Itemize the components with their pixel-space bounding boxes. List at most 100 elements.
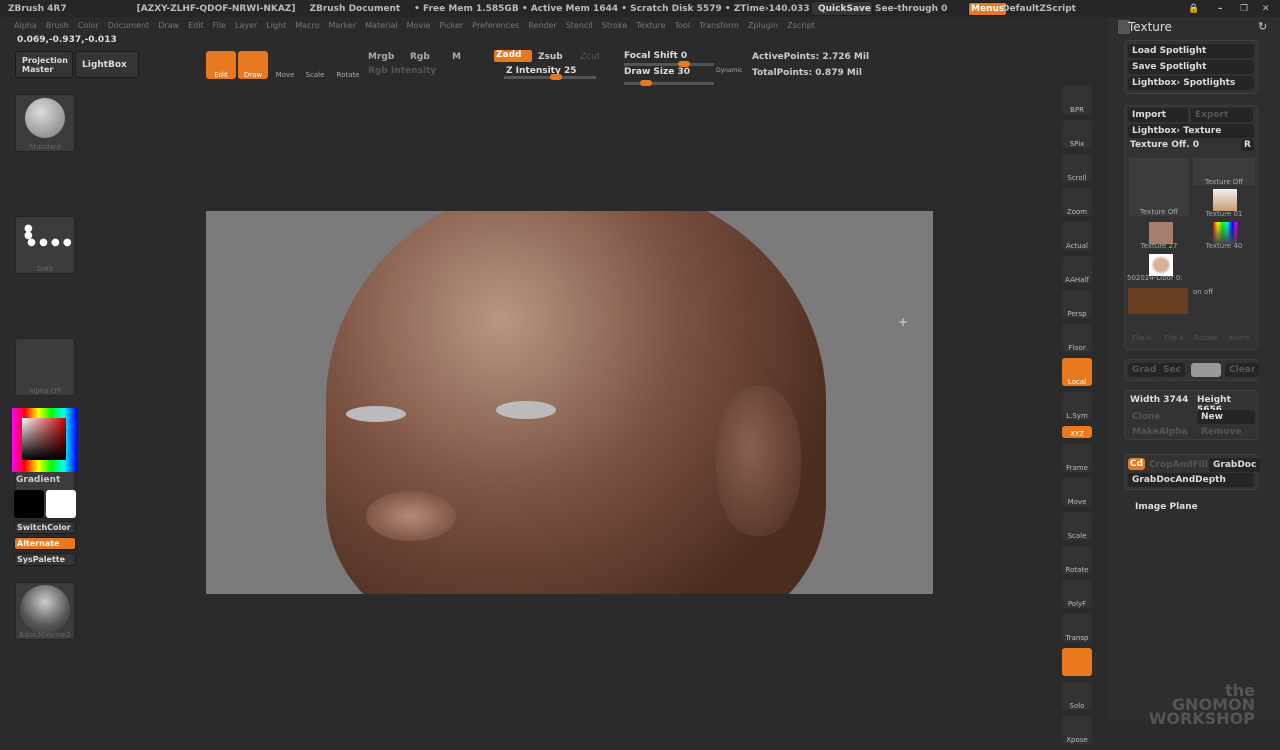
shelf-blank-button[interactable] [1062, 648, 1092, 676]
focal-shift-slider[interactable]: Focal Shift 0 [624, 51, 687, 61]
rotate-texture-button[interactable]: Rotate [1191, 334, 1221, 342]
menu-file[interactable]: File [213, 21, 226, 30]
shelf-floor-button[interactable]: Floor [1062, 324, 1092, 352]
alpha-thumbnail[interactable]: Alpha Off [15, 338, 75, 396]
shelf-frame-button[interactable]: Frame [1062, 444, 1092, 472]
zcut-button[interactable]: Zcut [580, 52, 600, 62]
shelf-persp-button[interactable]: Persp [1062, 290, 1092, 318]
zsub-button[interactable]: Zsub [538, 52, 563, 62]
shelf-scale-button[interactable]: Scale [1062, 512, 1092, 540]
scale-button[interactable]: Scale [300, 51, 330, 79]
load-spotlight-button[interactable]: Load Spotlight [1128, 44, 1254, 58]
menu-draw[interactable]: Draw [158, 21, 179, 30]
menu-material[interactable]: Material [365, 21, 398, 30]
quicksave-button[interactable]: QuickSave [811, 1, 873, 16]
secondary-color-swatch[interactable] [14, 490, 44, 518]
zadd-button[interactable]: Zadd [494, 50, 532, 62]
menu-zscript[interactable]: Zscript [787, 21, 815, 30]
grad-button[interactable]: Grad [1128, 363, 1161, 377]
menu-texture[interactable]: Texture [636, 21, 665, 30]
shelf-transp-button[interactable]: Transp [1062, 614, 1092, 642]
makealpha-button[interactable]: MakeAlpha [1128, 425, 1192, 439]
color-picker[interactable] [12, 408, 77, 472]
shelf-scroll-button[interactable]: Scroll [1062, 154, 1092, 182]
move-button[interactable]: Move [270, 51, 300, 79]
menu-color[interactable]: Color [78, 21, 99, 30]
menu-movie[interactable]: Movie [407, 21, 431, 30]
shelf-xyz-button[interactable]: XYZ [1062, 426, 1092, 438]
mrgb-button[interactable]: Mrgb [368, 52, 394, 62]
new-button[interactable]: New [1197, 410, 1255, 424]
flip-h-button[interactable]: Flip H [1127, 334, 1157, 342]
clear-button[interactable]: Clear [1225, 363, 1260, 377]
texture-27-thumb[interactable] [1149, 222, 1173, 244]
edit-button[interactable]: Edit [206, 51, 236, 79]
focal-shift-track[interactable] [624, 61, 714, 67]
flip-v-button[interactable]: Flip V [1159, 334, 1189, 342]
grabdocanddepth-button[interactable]: GrabDocAndDepth [1128, 473, 1254, 487]
dynamic-toggle[interactable]: Dynamic [716, 67, 742, 74]
alternate-button[interactable]: Alternate [14, 537, 76, 550]
menu-macro[interactable]: Macro [295, 21, 319, 30]
shelf-spix-button[interactable]: SPix [1062, 120, 1092, 148]
lightbox-spotlights-button[interactable]: Lightbox› Spotlights [1128, 76, 1254, 90]
width-slider[interactable]: Width 3744 [1130, 395, 1188, 405]
menu-light[interactable]: Light [266, 21, 286, 30]
close-icon[interactable]: ✕ [1262, 4, 1270, 14]
shelf-polyf-button[interactable]: PolyF [1062, 580, 1092, 608]
z-intensity-track[interactable] [504, 74, 596, 80]
z-intensity-slider[interactable]: Z Intensity 25 [506, 66, 577, 76]
draw-size-slider[interactable]: Draw Size 30 [624, 67, 690, 77]
shelf-aahalf-button[interactable]: AAHalf [1062, 256, 1092, 284]
texture-reset-button[interactable]: R [1241, 139, 1254, 151]
refresh-icon[interactable]: ↻ [1258, 20, 1267, 33]
m-button[interactable]: M [452, 52, 461, 62]
image-plane-menu[interactable]: Image Plane [1135, 502, 1198, 512]
portrait-texture-thumb[interactable] [1149, 254, 1173, 276]
shelf-zoom-button[interactable]: Zoom [1062, 188, 1092, 216]
see-through-slider[interactable]: See-through 0 [875, 4, 947, 14]
texture-swatches[interactable] [1128, 288, 1188, 314]
sec-button[interactable]: Sec [1159, 363, 1185, 377]
stroke-thumbnail[interactable]: ● ● ● ● ● ● Dots [15, 216, 75, 274]
menu-picker[interactable]: Picker [439, 21, 463, 30]
menu-brush[interactable]: Brush [46, 21, 69, 30]
invers-button[interactable]: Invers [1223, 334, 1255, 342]
remove-button[interactable]: Remove [1197, 425, 1246, 439]
rgb-intensity-slider[interactable]: Rgb Intensity [368, 66, 436, 76]
menu-preferences[interactable]: Preferences [472, 21, 519, 30]
brush-thumbnail[interactable]: Standard [15, 94, 75, 152]
shelf-solo-button[interactable]: Solo [1062, 682, 1092, 710]
projection-master-button[interactable]: Projection Master [15, 51, 73, 78]
menu-tool[interactable]: Tool [675, 21, 691, 30]
clone-button[interactable]: Clone [1128, 410, 1164, 424]
grabdoc-button[interactable]: GrabDoc [1209, 458, 1261, 472]
save-spotlight-button[interactable]: Save Spotlight [1128, 60, 1254, 74]
syspalette-button[interactable]: SysPalette [14, 553, 76, 566]
shelf-local-button[interactable]: Local [1062, 358, 1092, 386]
primary-color-swatch[interactable] [46, 490, 76, 518]
export-button[interactable]: Export [1191, 108, 1253, 122]
restore-icon[interactable]: ❐ [1240, 4, 1248, 14]
draw-button[interactable]: Draw [238, 51, 268, 79]
shelf-move-button[interactable]: Move [1062, 478, 1092, 506]
cropandfill-button[interactable]: CropAndFill [1145, 458, 1212, 472]
shelf-xpose-button[interactable]: Xpose [1062, 716, 1092, 744]
shelf-lsym-button[interactable]: L.Sym [1062, 392, 1092, 420]
on-off-toggle[interactable]: on off [1193, 288, 1213, 296]
shelf-bpr-button[interactable]: BPR [1062, 86, 1092, 114]
lock-icon[interactable]: 🔒 [1188, 4, 1199, 14]
texture-01-thumb[interactable] [1213, 189, 1237, 211]
menu-zplugin[interactable]: Zplugin [748, 21, 778, 30]
lightbox-texture-button[interactable]: Lightbox› Texture [1128, 124, 1254, 138]
draw-size-track[interactable] [624, 80, 714, 86]
menu-edit[interactable]: Edit [188, 21, 204, 30]
shelf-actual-button[interactable]: Actual [1062, 222, 1092, 250]
main-color-button[interactable]: Main [1191, 363, 1221, 377]
rotate-button[interactable]: Rotate [333, 51, 363, 79]
texture-40-thumb[interactable] [1213, 222, 1237, 244]
menu-layer[interactable]: Layer [235, 21, 257, 30]
material-thumbnail[interactable]: BasicMaterial2 [15, 582, 75, 640]
default-zscript[interactable]: DefaultZScript [1002, 4, 1076, 14]
menu-render[interactable]: Render [528, 21, 556, 30]
